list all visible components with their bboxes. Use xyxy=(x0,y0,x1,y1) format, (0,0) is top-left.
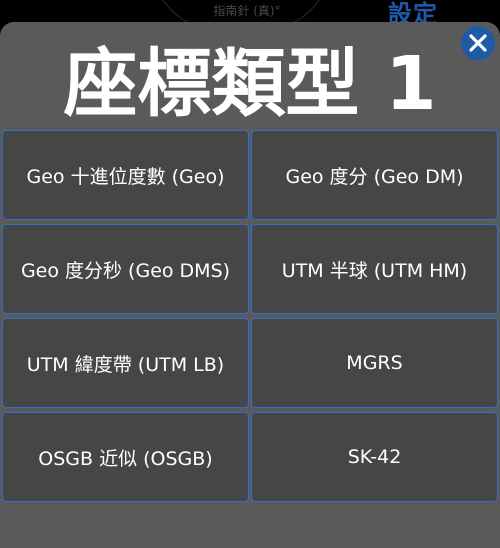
option-osgb-button[interactable]: OSGB 近似 (OSGB) xyxy=(2,412,249,502)
option-geo-decimal-button[interactable]: Geo 十進位度數 (Geo) xyxy=(2,130,249,220)
option-utm-lb-button[interactable]: UTM 緯度帶 (UTM LB) xyxy=(2,318,249,408)
close-x-icon xyxy=(469,34,487,52)
coordinate-type-options: Geo 十進位度數 (Geo) Geo 度分 (Geo DM) Geo 度分秒 … xyxy=(2,130,498,504)
option-utm-hm-button[interactable]: UTM 半球 (UTM HM) xyxy=(251,224,498,314)
option-geo-dms-button[interactable]: Geo 度分秒 (Geo DMS) xyxy=(2,224,249,314)
option-mgrs-button[interactable]: MGRS xyxy=(251,318,498,408)
background-compass-label: 指南針 (真)° xyxy=(213,4,281,18)
close-button[interactable] xyxy=(461,26,495,60)
modal-title: 座標類型 1 xyxy=(63,41,437,127)
option-geo-dm-button[interactable]: Geo 度分 (Geo DM) xyxy=(251,130,498,220)
coordinate-type-modal: 座標類型 1 Geo 十進位度數 (Geo) Geo 度分 (Geo DM) G… xyxy=(0,22,500,548)
screen: 指南針 (真)° 設定 座標類型 1 Geo 十進位度數 (Geo) Geo 度… xyxy=(0,0,500,548)
option-sk42-button[interactable]: SK-42 xyxy=(251,412,498,502)
